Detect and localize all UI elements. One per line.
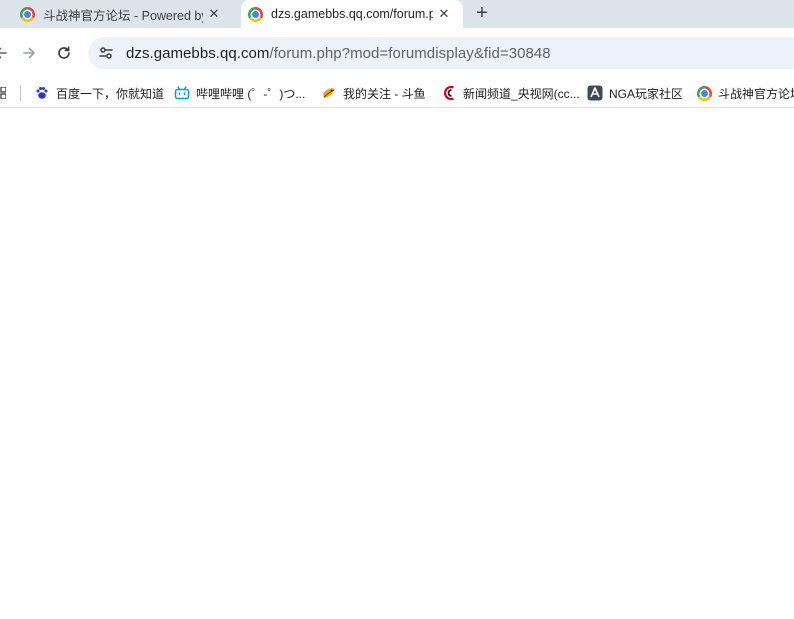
tab-title: dzs.gamebbs.qq.com/forum.php xyxy=(271,7,433,21)
tab-active-forum[interactable]: dzs.gamebbs.qq.com/forum.php ✕ xyxy=(241,0,463,28)
douyu-fish-icon xyxy=(321,85,337,101)
close-icon[interactable]: ✕ xyxy=(203,3,225,25)
arrow-right-icon xyxy=(23,47,35,59)
back-button[interactable] xyxy=(0,40,14,66)
chrome-favicon-icon xyxy=(696,85,712,101)
cctv-icon xyxy=(441,85,457,101)
bookmarks-bar: 百度一下，你就知道 哔哩哔哩 (゜-゜)つ... 我的关注 - 斗鱼 新闻频道_… xyxy=(0,78,794,108)
reload-icon xyxy=(58,46,70,59)
baidu-paw-icon xyxy=(34,85,50,101)
bookmark-label: 我的关注 - 斗鱼 xyxy=(343,86,426,101)
bookmark-bilibili[interactable]: 哔哩哔哩 (゜-゜)つ... xyxy=(174,78,305,108)
bookmarks-separator xyxy=(20,85,21,101)
forward-button[interactable] xyxy=(16,40,42,66)
bookmark-cctv[interactable]: 新闻频道_央视网(cc... xyxy=(441,78,580,108)
close-icon[interactable]: ✕ xyxy=(433,3,455,25)
reload-button[interactable] xyxy=(51,40,77,66)
bookmark-label: 新闻频道_央视网(cc... xyxy=(463,86,580,101)
page-content xyxy=(0,108,794,619)
new-tab-button[interactable]: + xyxy=(470,1,494,25)
bilibili-tv-icon xyxy=(174,85,190,101)
bookmark-douyu[interactable]: 我的关注 - 斗鱼 xyxy=(321,78,426,108)
chrome-favicon-icon xyxy=(248,6,263,22)
bookmark-label: 哔哩哔哩 (゜-゜)つ... xyxy=(196,86,306,101)
address-bar[interactable]: dzs.gamebbs.qq.com/forum.php?mod=forumdi… xyxy=(88,37,794,69)
address-url: dzs.gamebbs.qq.com/forum.php?mod=forumdi… xyxy=(126,45,551,62)
bookmark-label: 斗战神官方论坛 xyxy=(718,86,794,101)
bookmark-baidu[interactable]: 百度一下，你就知道 xyxy=(34,78,164,108)
arrow-left-icon xyxy=(0,47,7,59)
apps-grid-icon[interactable] xyxy=(0,87,6,99)
url-path: /forum.php?mod=forumdisplay&fid=30848 xyxy=(269,44,551,62)
chrome-favicon-icon xyxy=(20,6,35,22)
tab-strip: 斗战神官方论坛 - Powered by Discuz! ✕ dzs.gameb… xyxy=(0,0,794,28)
tab-douzhanshen-forum[interactable]: 斗战神官方论坛 - Powered by Discuz! ✕ xyxy=(12,0,240,28)
site-info-button[interactable] xyxy=(94,41,118,65)
bookmark-nga[interactable]: NGA玩家社区 xyxy=(587,78,683,108)
tune-icon xyxy=(99,47,113,59)
bookmark-label: 百度一下，你就知道 xyxy=(56,86,165,101)
browser-toolbar: dzs.gamebbs.qq.com/forum.php?mod=forumdi… xyxy=(0,28,794,78)
url-host: dzs.gamebbs.qq.com xyxy=(126,44,270,62)
tab-title: 斗战神官方论坛 - Powered by Discuz! xyxy=(43,8,203,23)
bookmark-label: NGA玩家社区 xyxy=(609,86,684,101)
nga-icon xyxy=(587,85,603,101)
bookmark-douzhanshen[interactable]: 斗战神官方论坛 xyxy=(696,78,794,108)
